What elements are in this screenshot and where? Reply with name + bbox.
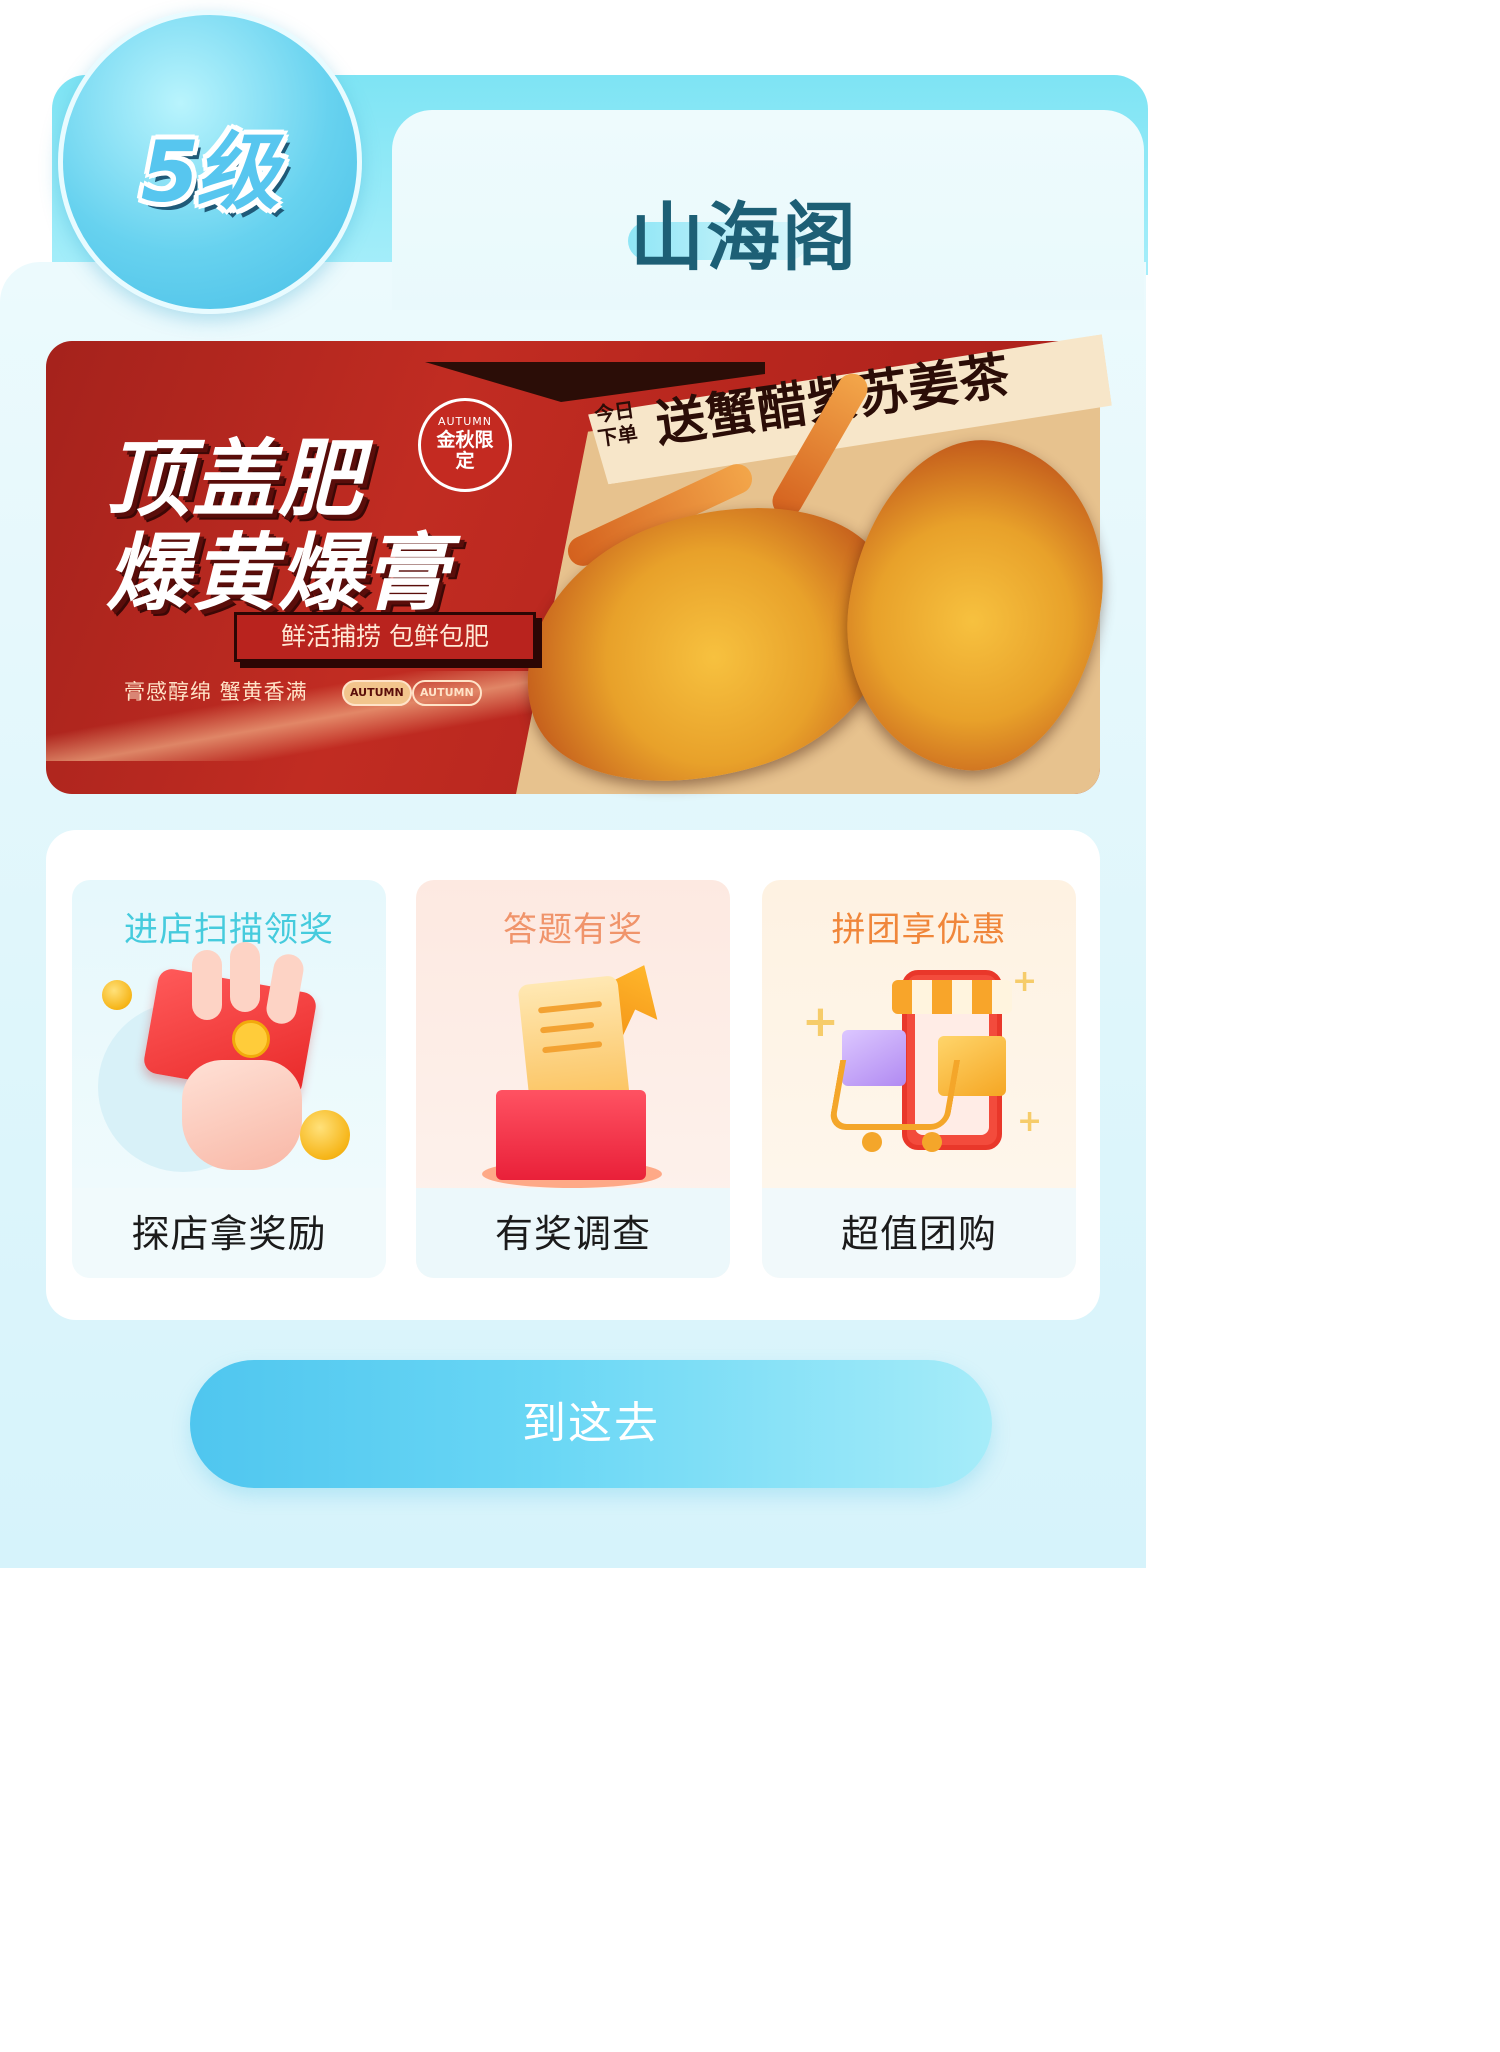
autumn-tag: AUTUMN <box>342 680 412 706</box>
card-label: 探店拿奖励 <box>131 1212 327 1256</box>
go-there-button[interactable]: 到这去 <box>190 1360 992 1488</box>
banner-sub-slogan: 膏感醇绵 蟹黄香满 <box>124 680 308 704</box>
seal-chinese: 金秋限定 <box>436 429 494 472</box>
promo-order-today: 今日下单 <box>592 397 640 451</box>
level-badge-label: 5级 <box>140 123 279 221</box>
card-store-visit-reward[interactable]: 进店扫描领奖 探店拿奖励 <box>72 880 386 1278</box>
card-title: 进店扫描领奖 <box>124 910 334 950</box>
card-group-buy[interactable]: 拼团享优惠 + + + 超值团购 <box>762 880 1076 1278</box>
card-label: 有奖调查 <box>494 1212 651 1256</box>
banner-headline-2: 爆黄爆膏 <box>106 524 451 622</box>
card-reward-survey[interactable]: 答题有奖 有奖调查 <box>416 880 730 1278</box>
store-level-page: 5级 山海阁 今日下单 送蟹醋紫苏姜茶 顶盖肥 爆黄爆膏 AUTUMN 金秋限定… <box>0 0 1148 1568</box>
card-title: 答题有奖 <box>503 910 643 950</box>
seal-english: AUTUMN <box>437 415 493 428</box>
red-packet-hand-icon <box>72 942 386 1190</box>
banner-slogan: 鲜活捕捞 包鲜包肥 <box>234 612 536 662</box>
autumn-tag: AUTUMN <box>412 680 482 706</box>
store-name: 山海阁 <box>630 195 858 281</box>
gift-box-receipt-icon <box>416 960 730 1190</box>
card-title: 拼团享优惠 <box>831 910 1007 950</box>
card-label: 超值团购 <box>840 1212 997 1256</box>
shopping-cart-phone-icon: + + + <box>762 960 1076 1190</box>
autumn-limited-seal: AUTUMN 金秋限定 <box>418 398 512 492</box>
